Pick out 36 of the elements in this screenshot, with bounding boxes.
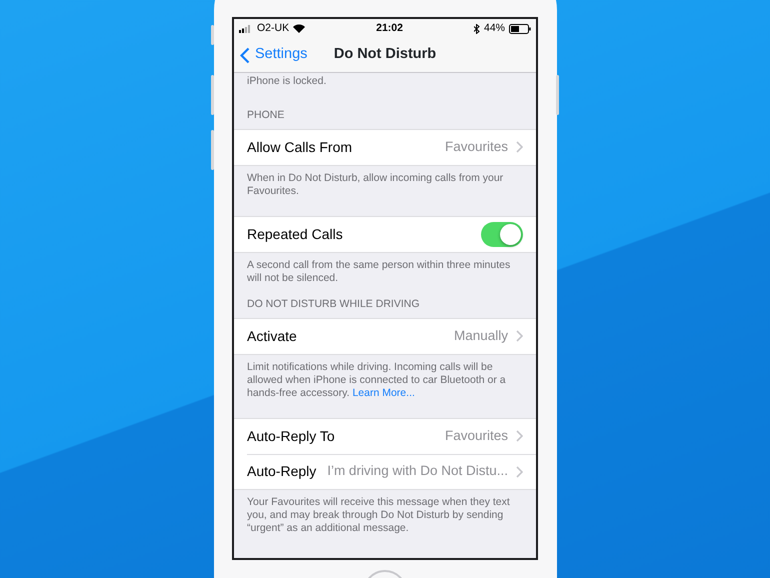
settings-row[interactable]: Repeated Calls <box>234 216 536 252</box>
chevron-icon <box>516 141 523 154</box>
section-header: DO NOT DISTURB WHILE DRIVING <box>246 296 420 312</box>
section-footer: iPhone is locked. <box>234 73 536 88</box>
chevron-icon <box>516 330 523 342</box>
signal-icon <box>239 24 253 32</box>
settings-row[interactable]: Auto-Reply To Favourites <box>234 418 536 454</box>
settings-row[interactable]: Auto-Reply I’m driving with Do Not Distu... <box>247 454 536 488</box>
toggle-switch[interactable] <box>481 222 523 247</box>
row-value: I’m driving with Do Not Distu... <box>326 462 508 480</box>
row-label: Auto-Reply <box>247 462 316 481</box>
bluetooth-icon <box>474 24 480 34</box>
section-footer: When in Do Not Disturb, allow incoming calls from your Favourites. <box>234 166 536 198</box>
chevron-icon <box>516 430 523 442</box>
section-footer: Your Favourites will receive this message when they text you, and may break through Do Not Disturb by sending “urgent” as an additional message. <box>234 490 536 534</box>
settings-row[interactable]: Activate Manually <box>234 318 536 354</box>
chevron-icon <box>516 466 523 478</box>
row-value: Manually <box>452 326 508 345</box>
carrier-name: O2-UK <box>257 20 290 36</box>
row-value: Favourites <box>444 138 508 156</box>
row-label: Activate <box>247 326 297 346</box>
settings-row[interactable]: Allow Calls From Favourites <box>234 130 536 165</box>
back-button[interactable]: Settings <box>234 43 314 67</box>
row-label: Repeated Calls <box>247 224 343 244</box>
section-header: PHONE <box>246 108 286 123</box>
section-footer: A second call from the same person within three minutes will not be silenced. <box>234 252 536 285</box>
row-label: Allow Calls From <box>247 138 352 157</box>
section-footer: Limit notifications while driving. Incoming calls will be allowed when iPhone is connected to car Bluetooth or a hands-free accessory. Learn More... <box>234 354 536 400</box>
back-chevron-icon <box>240 46 250 64</box>
wifi-icon <box>293 24 306 33</box>
row-value: Favourites <box>444 426 508 445</box>
row-label: Auto-Reply To <box>247 426 335 446</box>
clock-time: 21:02 <box>376 20 403 36</box>
battery-percent: 44% <box>484 20 505 36</box>
battery-icon <box>509 24 531 34</box>
screen-title: Do Not Disturb <box>334 46 436 62</box>
